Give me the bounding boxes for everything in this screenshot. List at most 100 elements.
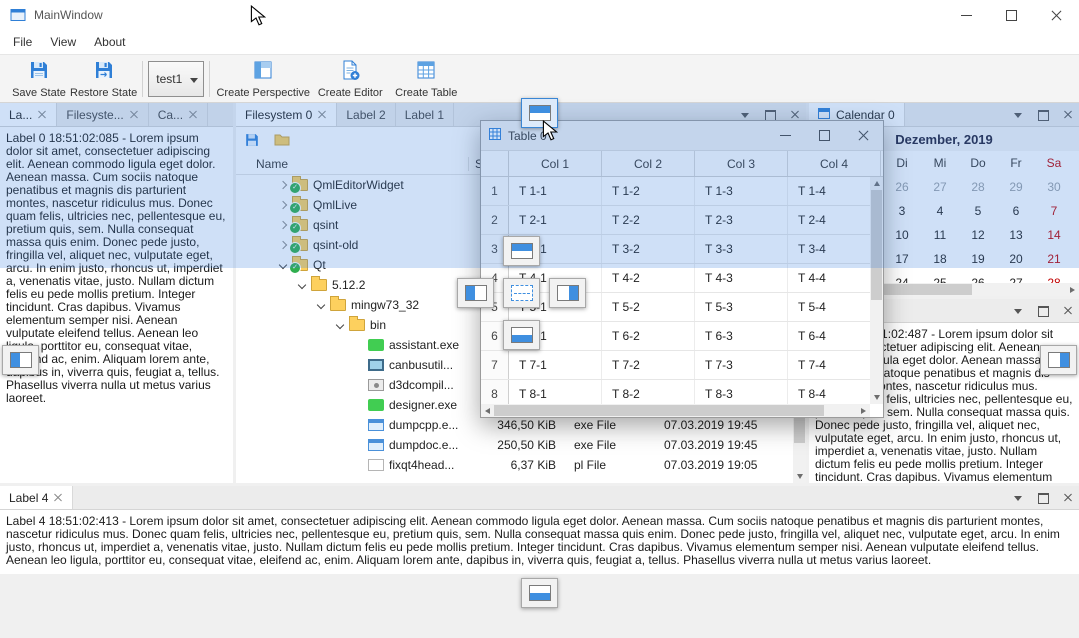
folder-icon (311, 279, 327, 291)
drop-indicator-cross-bottom[interactable] (503, 320, 540, 350)
qt-app-icon (368, 339, 384, 351)
scroll-thumb[interactable] (494, 405, 824, 416)
table-cell[interactable]: T 6-4 (788, 322, 870, 350)
row-header[interactable]: 7 (481, 351, 509, 379)
perspective-icon (252, 59, 274, 84)
table-cell[interactable]: T 5-3 (695, 293, 788, 321)
scroll-right-icon[interactable] (857, 404, 870, 417)
window-title: MainWindow (34, 8, 103, 22)
drop-indicator-cross-left[interactable] (457, 278, 494, 308)
folder-icon (349, 319, 365, 331)
tree-item[interactable]: dumpdoc.e...250,50 KiBexe File07.03.2019… (236, 435, 793, 455)
table-cell[interactable]: T 4-3 (695, 264, 788, 292)
table-cell[interactable]: T 4-4 (788, 264, 870, 292)
toolbar: Save State Restore State test1 Create Pe… (0, 54, 1079, 103)
file-size: 250,50 KiB (472, 438, 556, 452)
table-cell[interactable]: T 6-2 (602, 322, 695, 350)
maximize-icon[interactable] (989, 0, 1034, 30)
exe-icon (368, 439, 384, 451)
file-date: 07.03.2019 19:05 (664, 458, 757, 472)
table-cell[interactable]: T 8-1 (509, 380, 602, 404)
file-type: exe File (574, 438, 616, 452)
dock-menu-icon[interactable] (1011, 304, 1025, 318)
perspective-combobox[interactable]: test1 (148, 61, 204, 97)
drop-indicator-cross-center[interactable] (503, 278, 540, 308)
horizontal-scrollbar[interactable] (481, 404, 870, 417)
dock-right-icon (557, 285, 579, 301)
dll-icon (368, 379, 384, 391)
scroll-down-icon[interactable] (870, 391, 883, 404)
menu-file[interactable]: File (4, 32, 41, 52)
bottom-dock-tabbar: Label 4 (0, 486, 1079, 510)
drop-indicator-left-edge[interactable] (2, 345, 39, 375)
scroll-left-icon[interactable] (481, 404, 494, 417)
close-icon[interactable] (54, 493, 63, 502)
restore-state-button[interactable]: Restore State (70, 57, 137, 101)
qt-app-icon (368, 399, 384, 411)
table-cell[interactable]: T 7-1 (509, 351, 602, 379)
titlebar: MainWindow (0, 0, 1079, 30)
tree-item[interactable]: dumpcpp.e...346,50 KiBexe File07.03.2019… (236, 415, 793, 435)
chevron-down-icon[interactable] (295, 282, 309, 288)
dock-left-icon (10, 352, 32, 368)
table-cell[interactable]: T 8-2 (602, 380, 695, 404)
file-date: 07.03.2019 19:45 (664, 418, 757, 432)
create-editor-button[interactable]: Create Editor (311, 57, 389, 101)
table-icon (415, 59, 437, 84)
editor-icon (339, 59, 361, 84)
label4-text: Label 4 18:51:02:413 - Lorem ipsum dolor… (0, 510, 1079, 572)
menu-about[interactable]: About (85, 32, 134, 52)
drop-indicator-cross-right[interactable] (549, 278, 586, 308)
save-icon (28, 59, 50, 84)
horizontal-splitter[interactable] (0, 483, 1079, 486)
menu-view[interactable]: View (41, 32, 85, 52)
table-cell[interactable]: T 6-3 (695, 322, 788, 350)
app-icon (368, 359, 384, 371)
dock-bottom-icon (529, 585, 551, 601)
tree-item[interactable]: fixqt4head...6,37 KiBpl File07.03.2019 1… (236, 455, 793, 475)
dock-left-icon (465, 285, 487, 301)
scroll-right-icon[interactable] (1066, 283, 1079, 296)
bottom-dock: Label 4 Label 4 18:51:02:413 - Lorem ips… (0, 486, 1079, 574)
drop-indicator-cross-top[interactable] (503, 236, 540, 266)
toolbar-separator (142, 61, 143, 97)
chevron-down-icon (190, 78, 198, 83)
create-table-button[interactable]: Create Table (389, 57, 463, 101)
chevron-down-icon[interactable] (333, 322, 347, 328)
drop-indicator-bottom[interactable] (521, 578, 558, 608)
dock-top-icon (511, 243, 533, 259)
dock-float-icon[interactable] (1036, 491, 1050, 505)
dock-right-icon (1048, 352, 1070, 368)
table-cell[interactable]: T 7-2 (602, 351, 695, 379)
save-state-button[interactable]: Save State (8, 57, 70, 101)
drop-indicator-right-edge[interactable] (1040, 345, 1077, 375)
table-cell[interactable]: T 8-3 (695, 380, 788, 404)
file-size: 6,37 KiB (472, 458, 556, 472)
dock-close-icon[interactable] (1061, 491, 1075, 505)
table-row: 8T 8-1T 8-2T 8-3T 8-4 (481, 380, 870, 404)
file-type: exe File (574, 418, 616, 432)
main-window: { "colors": { "accent": "#2f7fd6", "over… (0, 0, 1079, 638)
chevron-down-icon[interactable] (314, 302, 328, 308)
cursor-icon (250, 5, 266, 30)
file-date: 07.03.2019 19:45 (664, 438, 757, 452)
table-cell[interactable]: T 7-3 (695, 351, 788, 379)
create-perspective-button[interactable]: Create Perspective (215, 57, 311, 101)
table-cell[interactable]: T 5-2 (602, 293, 695, 321)
row-header[interactable]: 8 (481, 380, 509, 404)
dock-top-icon (529, 105, 551, 121)
tab-label4[interactable]: Label 4 (0, 486, 73, 509)
dock-close-icon[interactable] (1061, 304, 1075, 318)
minimize-icon[interactable] (944, 0, 989, 30)
dock-menu-icon[interactable] (1011, 491, 1025, 505)
close-icon[interactable] (1034, 0, 1079, 30)
table-cell[interactable]: T 8-4 (788, 380, 870, 404)
table-cell[interactable]: T 7-4 (788, 351, 870, 379)
label4-content: Label 4 18:51:02:413 - Lorem ipsum dolor… (0, 510, 1079, 574)
table-cell[interactable]: T 5-4 (788, 293, 870, 321)
table-cell[interactable]: T 4-2 (602, 264, 695, 292)
menubar: File View About (0, 30, 1079, 54)
restore-icon (93, 59, 115, 84)
dock-float-icon[interactable] (1036, 304, 1050, 318)
scroll-down-icon[interactable] (793, 470, 806, 483)
